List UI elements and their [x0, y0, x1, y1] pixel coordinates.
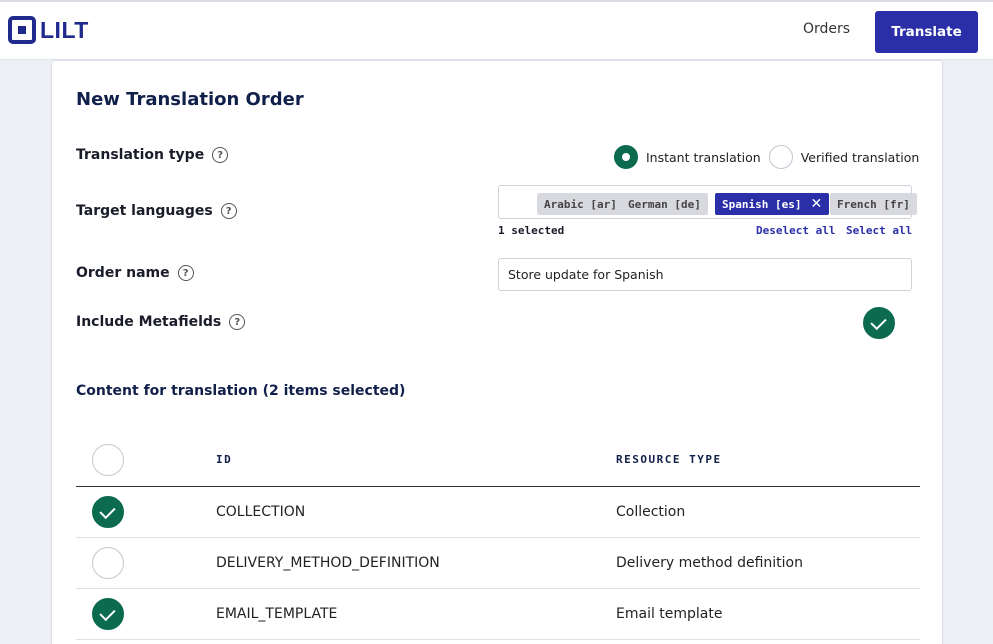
order-name-input[interactable]: Store update for Spanish — [498, 258, 912, 291]
column-header-resource-type: RESOURCE TYPE — [616, 453, 722, 466]
row-checkbox[interactable] — [92, 547, 124, 579]
language-chip-german[interactable]: German [de] — [621, 193, 708, 215]
logo-text: LILT — [40, 16, 89, 43]
instant-translation-radio[interactable] — [614, 145, 638, 169]
translation-type-label-row: Translation type ? — [76, 147, 229, 163]
order-name-label-row: Order name ? — [76, 265, 194, 281]
order-name-label: Order name — [76, 265, 170, 281]
nav-orders-link[interactable]: Orders — [803, 21, 850, 37]
column-header-id: ID — [216, 453, 233, 466]
verified-translation-label[interactable]: Verified translation — [801, 150, 920, 165]
row-id: EMAIL_TEMPLATE — [216, 606, 338, 622]
target-languages-select[interactable]: Arabic [ar] German [de] Spanish [es] ✕ F… — [498, 185, 917, 219]
logo-mark-icon — [8, 16, 36, 44]
help-icon[interactable]: ? — [229, 314, 246, 330]
include-metafields-checkbox[interactable] — [863, 307, 895, 339]
include-metafields-label-row: Include Metafields ? — [76, 314, 246, 330]
table-header: ID RESOURCE TYPE — [76, 431, 920, 487]
language-chip-spanish-label: Spanish [es] — [722, 197, 802, 211]
target-languages-label-row: Target languages ? — [76, 203, 237, 219]
remove-chip-icon[interactable]: ✕ — [810, 196, 822, 212]
language-chip-spanish[interactable]: Spanish [es] ✕ — [715, 193, 830, 215]
table-row[interactable]: DELIVERY_METHOD_DEFINITION Delivery meth… — [76, 538, 920, 589]
row-resource-type: Delivery method definition — [616, 555, 803, 571]
translation-type-radio-group: Instant translation Verified translation — [614, 145, 927, 169]
row-resource-type: Collection — [616, 504, 686, 520]
help-icon[interactable]: ? — [177, 265, 194, 281]
select-all-checkbox[interactable] — [92, 444, 124, 476]
include-metafields-label: Include Metafields — [76, 314, 222, 330]
row-resource-type: Email template — [616, 606, 723, 622]
table-row[interactable]: COLLECTION Collection — [76, 487, 920, 538]
language-chip-arabic[interactable]: Arabic [ar] — [537, 193, 624, 215]
row-id: COLLECTION — [216, 504, 306, 520]
page-title: New Translation Order — [76, 89, 304, 110]
row-checkbox[interactable] — [92, 598, 124, 630]
deselect-all-link[interactable]: Deselect all — [756, 224, 835, 237]
content-table: ID RESOURCE TYPE COLLECTION Collection D… — [76, 431, 920, 640]
instant-translation-label[interactable]: Instant translation — [646, 150, 761, 165]
help-icon[interactable]: ? — [212, 147, 229, 163]
row-checkbox[interactable] — [92, 496, 124, 528]
content-section-title: Content for translation (2 items selecte… — [76, 383, 406, 399]
select-all-link[interactable]: Select all — [846, 224, 912, 237]
translation-type-label: Translation type — [76, 147, 205, 163]
top-bar: LILT Orders Translate — [0, 0, 993, 60]
selected-count: 1 selected — [498, 224, 565, 237]
new-order-card: New Translation Order Translation type ?… — [51, 60, 943, 644]
table-row[interactable]: EMAIL_TEMPLATE Email template — [76, 589, 920, 640]
target-languages-label: Target languages — [76, 203, 213, 219]
row-id: DELIVERY_METHOD_DEFINITION — [216, 555, 440, 571]
verified-translation-radio[interactable] — [768, 145, 793, 169]
lilt-logo[interactable]: LILT — [8, 16, 89, 44]
help-icon[interactable]: ? — [220, 203, 237, 219]
language-chip-french[interactable]: French [fr] — [830, 193, 917, 215]
translate-button[interactable]: Translate — [875, 11, 978, 53]
